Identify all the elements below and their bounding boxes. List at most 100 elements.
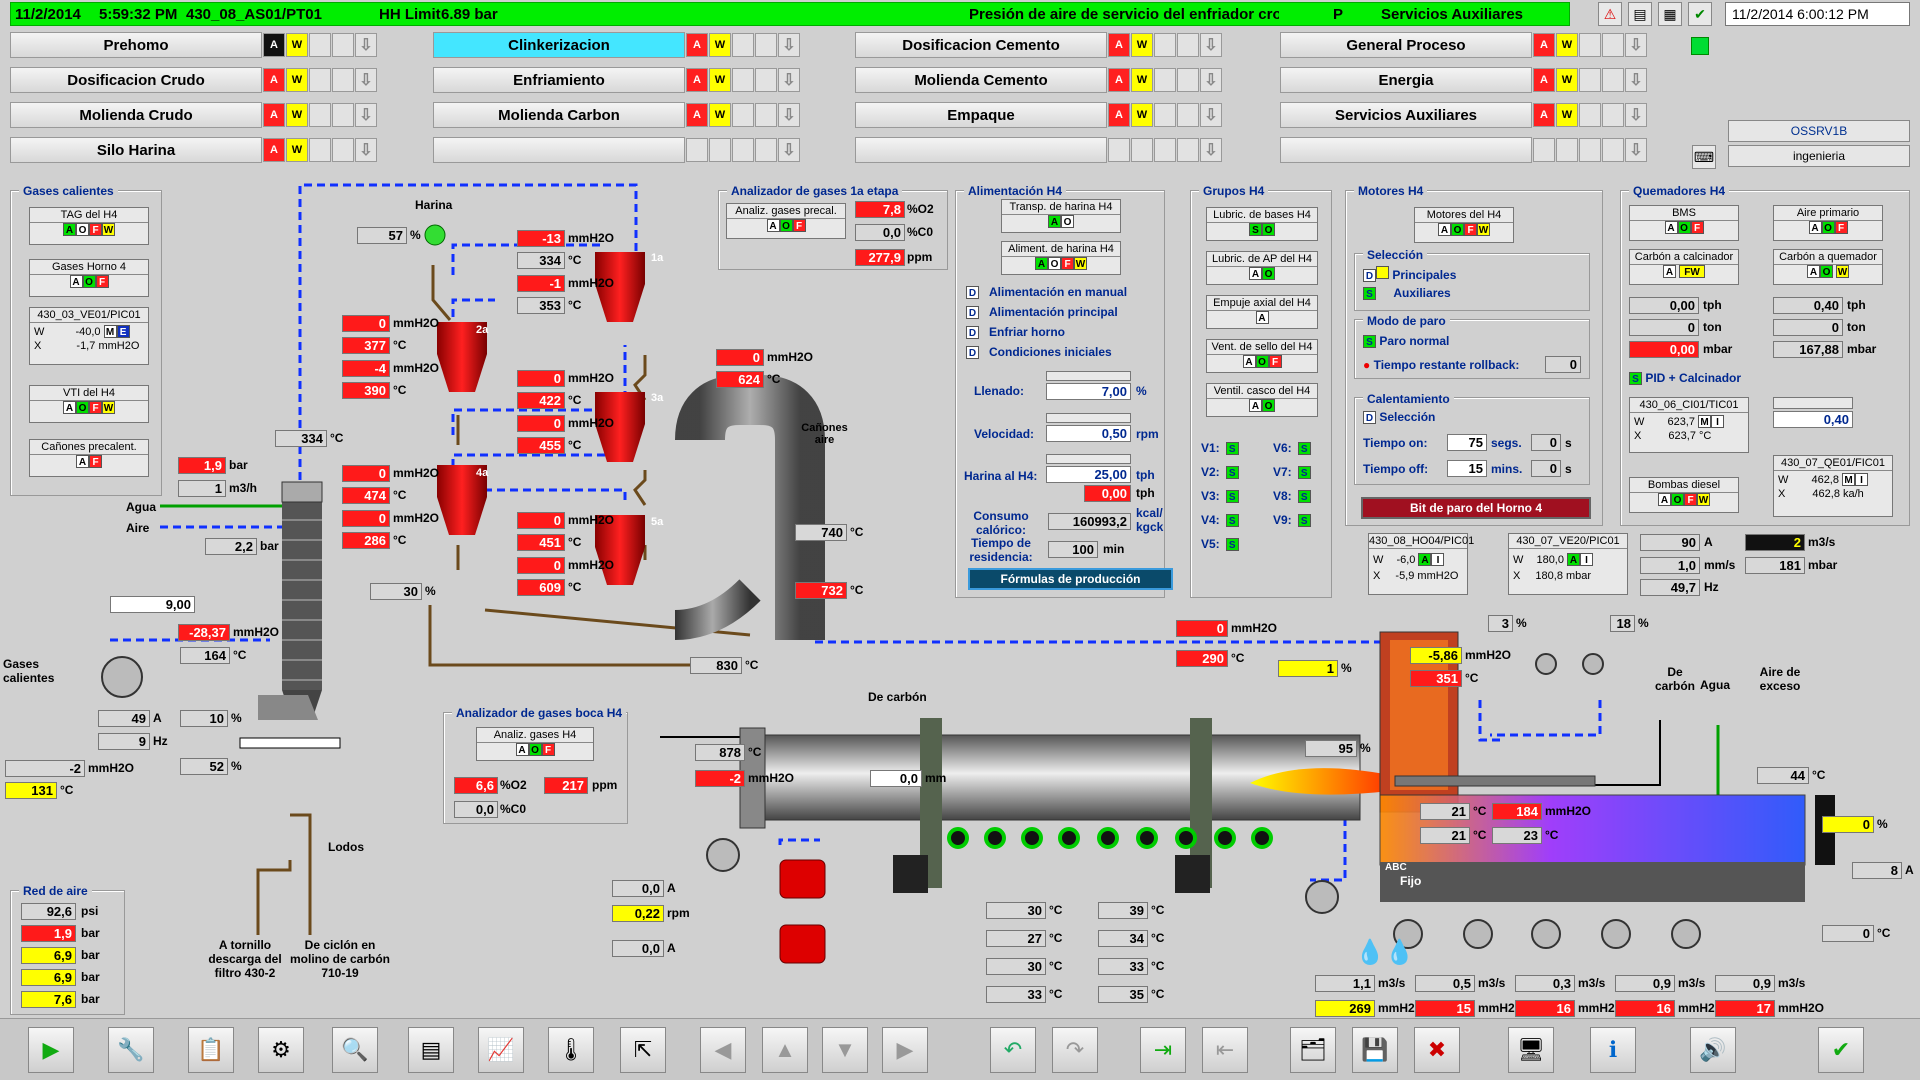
valve-status: S [1297, 514, 1311, 527]
transp-harina-box[interactable]: Transp. de harina H4 A O [1001, 199, 1121, 233]
llenado-slider[interactable] [1046, 371, 1131, 381]
filter-temp-unit: °C [233, 648, 247, 662]
velocidad-value[interactable]: 0,50 [1046, 425, 1131, 442]
tools-icon[interactable]: 🔧 [108, 1027, 154, 1073]
tag-h4-box[interactable]: TAG del H4 A O F W [29, 207, 149, 245]
bit-paro-button[interactable]: Bit de paro del Horno 4 [1361, 497, 1591, 519]
vti-box[interactable]: VTI del H4 A O F W [29, 385, 149, 423]
valve-3[interactable]: V3: S [1201, 489, 1239, 503]
option-checkbox[interactable]: D [966, 326, 979, 339]
formulas-button[interactable]: Fórmulas de producción [968, 568, 1173, 590]
filter-setpoint: 9,00 [110, 596, 195, 613]
cooler-21b: 21 [1420, 827, 1470, 844]
valve-8[interactable]: V8: S [1273, 489, 1311, 503]
tiempo-on-value[interactable]: 75 [1447, 434, 1487, 451]
trend-icon[interactable]: 📈 [478, 1027, 524, 1073]
duct-temp-unit: °C [330, 431, 344, 445]
run-icon[interactable]: ▶ [28, 1027, 74, 1073]
harina-value[interactable]: 25,00 [1046, 466, 1131, 483]
analyzer2-box[interactable]: Analiz. gases H4 A O F [476, 727, 594, 761]
valve-7[interactable]: V7: S [1273, 465, 1311, 479]
alim-option-0[interactable]: D Alimentación en manual [966, 285, 1127, 299]
pic-faceplate[interactable]: 430_03_VE01/PIC01 W -40,0 ME X -1,7 mmH2… [29, 307, 149, 365]
option-checkbox[interactable]: D [966, 286, 979, 299]
screen-icon[interactable]: 🖥 [1508, 1027, 1554, 1073]
pic-tag: 430_03_VE01/PIC01 [30, 308, 148, 323]
inlet-pressure: -2 [695, 770, 745, 787]
arrow-left-icon[interactable]: ◀ [700, 1027, 746, 1073]
grupo-box-2[interactable]: Empuje axial del H4 A [1206, 295, 1318, 329]
valve-6[interactable]: V6: S [1273, 441, 1311, 455]
analyzer2-o2: 6,6 [454, 777, 498, 794]
canones-precal-box[interactable]: Cañones precalent. A F [29, 439, 149, 477]
option-checkbox[interactable]: D [966, 346, 979, 359]
gases-horno-box[interactable]: Gases Horno 4AOF [29, 259, 149, 297]
motores-box[interactable]: Motores del H4 A O F W [1414, 207, 1514, 243]
panel-title: Gases calientes [19, 184, 118, 198]
thermometer-icon[interactable]: 🌡 [548, 1027, 594, 1073]
alim-option-1[interactable]: D Alimentación principal [966, 305, 1118, 319]
valve-5[interactable]: V5: S [1201, 537, 1239, 551]
bearing-temp-b0-unit: °C [1151, 903, 1165, 917]
aliment-harina-box[interactable]: Aliment. de harina H4 A O F W [1001, 241, 1121, 275]
alim-option-2[interactable]: D Enfriar horno [966, 325, 1065, 339]
arrow-up-icon[interactable]: ▲ [762, 1027, 808, 1073]
report-icon[interactable]: 📋 [188, 1027, 234, 1073]
valve-2[interactable]: V2: S [1201, 465, 1239, 479]
pic-ve20-faceplate[interactable]: 430_07_VE20/PIC01 W 180,0 AI X 180,8 mba… [1508, 533, 1628, 595]
grupo-box-4[interactable]: Ventil. casco del H4 A O [1206, 383, 1318, 417]
valve-1[interactable]: V1: S [1201, 441, 1239, 455]
cyclone-5a-label: 5a [651, 516, 664, 528]
arrow-right-icon[interactable]: ▶ [882, 1027, 928, 1073]
pic-ho04-faceplate[interactable]: 430_08_HO04/PIC01 W -6,0 AI X -5,9 mmH2O [1368, 533, 1474, 595]
llenado-value[interactable]: 7,00 [1046, 383, 1131, 400]
option-checkbox[interactable]: D [966, 306, 979, 319]
cooler-carbon-label: De carbón [1655, 665, 1696, 693]
red-aire-panel: Red de aire 92,6 psi 1,9 bar 6,9 bar 6,9 bar 7,6… [10, 884, 125, 1015]
grupo-box-0[interactable]: Lubric. de bases H4 S O [1206, 207, 1318, 241]
sound-icon[interactable]: 🔊 [1690, 1027, 1736, 1073]
quem-slider-value[interactable]: 0,40 [1773, 411, 1853, 428]
hot-gas-temp-unit: °C [60, 783, 74, 797]
arrow-down-icon[interactable]: ▼ [822, 1027, 868, 1073]
search-icon[interactable]: 🔍 [332, 1027, 378, 1073]
tic-faceplate[interactable]: 430_06_CI01/TIC01 W 623,7 MI X 623,7 °C [1629, 397, 1749, 453]
save-icon[interactable]: 💾 [1352, 1027, 1398, 1073]
pid-calcinador-label: PID + Calcinador [1645, 371, 1742, 385]
aire-primario-box[interactable]: Aire primario A O F [1773, 205, 1883, 241]
bms-box[interactable]: BMS A O F [1629, 205, 1739, 241]
config-icon[interactable]: ⚙ [258, 1027, 304, 1073]
cyclone-c1-p1: -13 [517, 230, 565, 247]
cooler-184: 184 [1492, 803, 1542, 820]
cyclone-c5-t2-unit: °C [568, 580, 582, 594]
grupo-box-3[interactable]: Vent. de sello del H4 A O F [1206, 339, 1318, 373]
valve-4[interactable]: V4: S [1201, 513, 1239, 527]
fan-current1: 0,0 [612, 880, 664, 897]
valve-9[interactable]: V9: S [1273, 513, 1311, 527]
export-icon[interactable]: ⇱ [620, 1027, 666, 1073]
tiempo-off-value[interactable]: 15 [1447, 460, 1487, 477]
delete-icon[interactable]: ✖ [1414, 1027, 1460, 1073]
alim-option-3[interactable]: D Condiciones iniciales [966, 345, 1112, 359]
velocidad-slider[interactable] [1046, 413, 1131, 423]
info-icon[interactable]: ℹ [1590, 1027, 1636, 1073]
login-icon[interactable]: ⇥ [1140, 1027, 1186, 1073]
folders-icon[interactable]: 🗂 [1290, 1027, 1336, 1073]
bombas-diesel-box[interactable]: Bombas diesel A O F W [1629, 477, 1739, 513]
acknowledge-icon[interactable]: ✔ [1818, 1027, 1864, 1073]
carbon-quemador-box[interactable]: Carbón a quemador A O W [1773, 249, 1883, 285]
bearing-temp-a1-unit: °C [1049, 931, 1063, 945]
quem-slider[interactable] [1773, 397, 1853, 409]
tiempo-unit: min [1103, 542, 1125, 556]
logout-icon[interactable]: ⇤ [1202, 1027, 1248, 1073]
fan-rpm-unit: rpm [667, 906, 690, 920]
undo-icon[interactable]: ↶ [990, 1027, 1036, 1073]
redo-icon[interactable]: ↷ [1052, 1027, 1098, 1073]
analyzer1-box[interactable]: Analiz. gases precal. A O F [726, 203, 846, 239]
grupo-box-1[interactable]: Lubric. de AP del H4 A O [1206, 251, 1318, 285]
riser-pressure: 0 [716, 349, 764, 366]
fic-faceplate[interactable]: 430_07_QE01/FIC01 W 462,8 MI X 462,8 ka/… [1773, 455, 1893, 517]
carbon-calcinador-box[interactable]: Carbón a calcinador A FW [1629, 249, 1739, 285]
harina-slider[interactable] [1046, 454, 1131, 464]
list-icon[interactable]: ▤ [408, 1027, 454, 1073]
